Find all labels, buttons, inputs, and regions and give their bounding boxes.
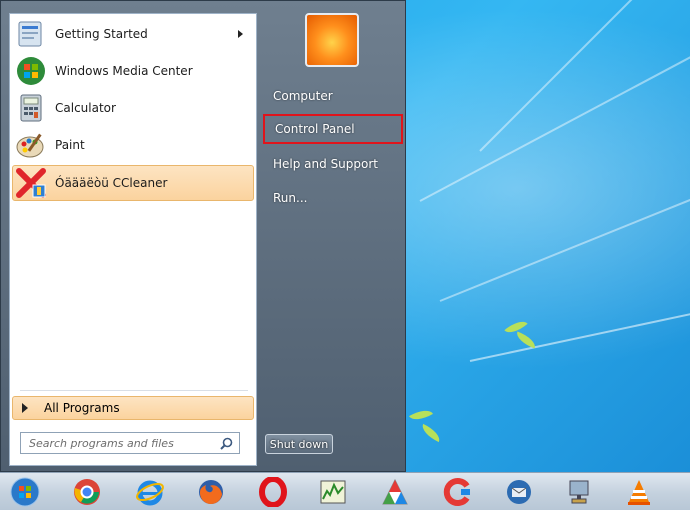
divider [20,390,248,391]
program-windows-media-center[interactable]: Windows Media Center [12,53,254,89]
search-icon[interactable] [220,437,233,450]
task-manager-icon[interactable] [318,477,348,507]
internet-explorer-icon[interactable] [135,477,165,507]
right-item-help-and-support[interactable]: Help and Support [263,149,403,179]
taskbar [0,472,690,510]
program-getting-started[interactable]: Getting Started [12,16,254,52]
firefox-icon[interactable] [196,477,226,507]
search-box[interactable] [20,432,240,454]
right-item-computer[interactable]: Computer [263,81,403,111]
ccleaner-taskbar-icon[interactable] [443,477,473,507]
program-calculator[interactable]: Calculator [12,90,254,126]
right-item-run[interactable]: Run... [263,183,403,213]
start-menu: Getting Started Windows Media Center Cal… [0,0,406,472]
paint-icon [15,129,47,161]
opera-icon[interactable] [258,476,288,508]
calculator-icon [15,92,47,124]
getting-started-icon [15,18,47,50]
start-orb-icon[interactable] [10,477,40,507]
chrome-icon[interactable] [72,477,102,507]
ccleaner-icon [15,167,47,199]
windows-media-center-icon [15,55,47,87]
shutdown-button[interactable]: Shut down [265,434,333,454]
program-ccleaner[interactable]: Óäääëòü CCleaner [12,165,254,201]
vlc-icon[interactable] [624,477,654,507]
network-icon[interactable] [564,477,594,507]
user-picture[interactable] [305,13,359,67]
program-paint[interactable]: Paint [12,127,254,163]
origin-icon[interactable] [380,477,410,507]
triangle-right-icon [22,403,28,413]
submenu-arrow-icon[interactable] [238,30,243,38]
programs-pane: Getting Started Windows Media Center Cal… [9,13,257,466]
search-input[interactable] [27,435,221,451]
all-programs-button[interactable]: All Programs [12,396,254,420]
right-item-control-panel[interactable]: Control Panel [263,114,403,144]
thunderbird-icon[interactable] [504,477,534,507]
